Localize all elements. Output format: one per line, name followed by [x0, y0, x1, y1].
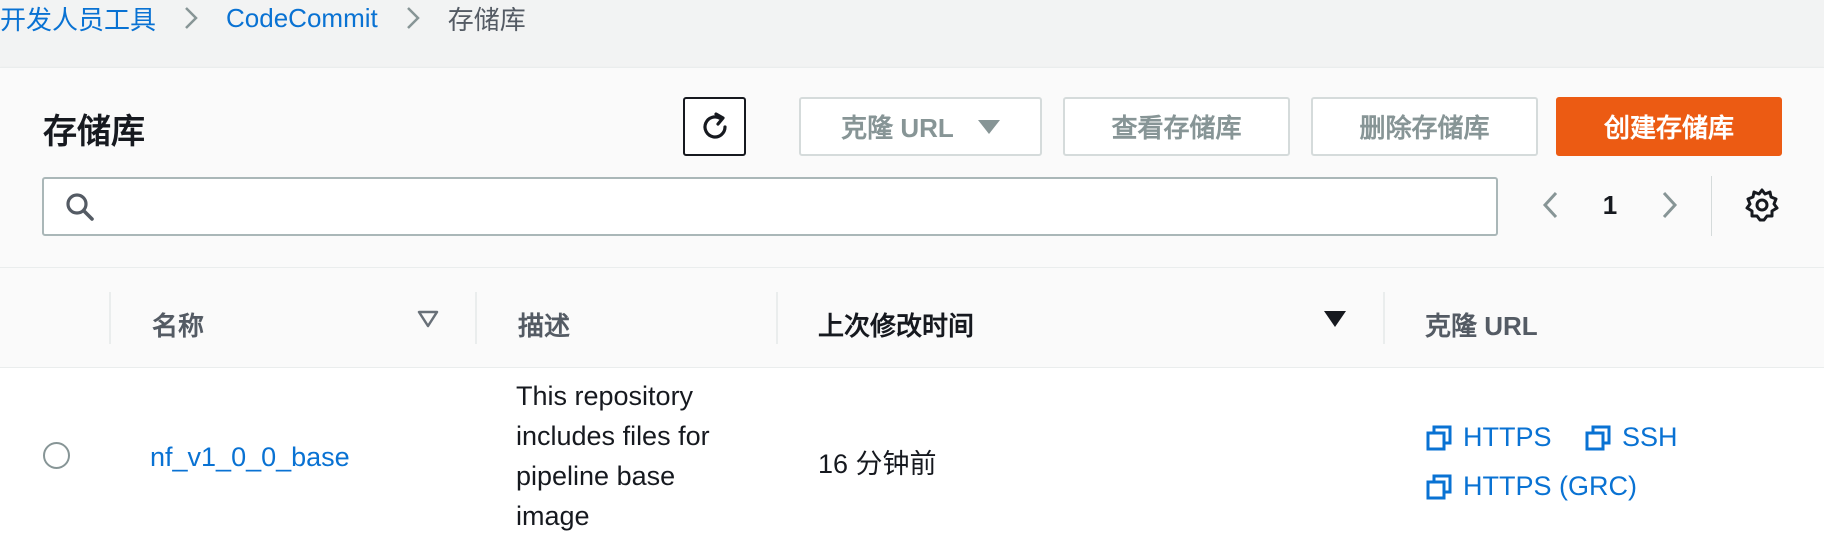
sort-outline-icon[interactable] [417, 310, 439, 333]
refresh-button[interactable] [683, 97, 746, 156]
create-repository-button[interactable]: 创建存储库 [1556, 97, 1782, 156]
repository-name-link[interactable]: nf_v1_0_0_base [150, 442, 350, 473]
column-divider [109, 292, 111, 344]
clone-url-label: 克隆 URL [841, 113, 954, 143]
delete-repository-button[interactable]: 删除存储库 [1311, 97, 1538, 156]
panel-header: 存储库 克隆 URL 查看存储库 删除存储库 创建存储库 1 [0, 68, 1824, 268]
breadcrumb: 开发人员工具 CodeCommit 存储库 [0, 0, 526, 36]
row-select-radio[interactable] [43, 442, 70, 469]
copy-https-label: HTTPS [1463, 422, 1552, 452]
view-repository-button[interactable]: 查看存储库 [1063, 97, 1290, 156]
chevron-left-icon [1542, 191, 1558, 219]
breadcrumb-codecommit[interactable]: CodeCommit [226, 3, 378, 34]
copy-ssh-label: SSH [1622, 422, 1678, 452]
copy-icon [1426, 474, 1452, 499]
column-header-last-modified[interactable]: 上次修改时间 [818, 306, 974, 343]
previous-page-button[interactable] [1538, 186, 1564, 229]
column-divider [1383, 292, 1385, 344]
repositories-panel: 存储库 克隆 URL 查看存储库 删除存储库 创建存储库 1 名称 描述 上次修… [0, 67, 1824, 534]
clone-url-dropdown[interactable]: 克隆 URL [799, 97, 1042, 156]
page-title: 存储库 [43, 113, 145, 151]
copy-https-grc-url-link[interactable]: HTTPS (GRC) [1425, 471, 1637, 502]
current-page-number[interactable]: 1 [1602, 186, 1618, 224]
copy-icon [1585, 425, 1611, 450]
chevron-right-icon [406, 6, 420, 30]
chevron-right-icon [1662, 191, 1678, 219]
column-header-description[interactable]: 描述 [518, 306, 570, 343]
column-divider [776, 292, 778, 344]
repository-last-modified: 16 分钟前 [818, 449, 937, 479]
search-input[interactable] [42, 177, 1498, 236]
chevron-right-icon [184, 6, 198, 30]
search-icon [64, 191, 96, 228]
table-header: 名称 描述 上次修改时间 克隆 URL [0, 268, 1824, 368]
copy-https-url-link[interactable]: HTTPS [1425, 422, 1552, 453]
settings-gear-icon[interactable] [1744, 187, 1780, 228]
column-header-clone-url[interactable]: 克隆 URL [1425, 306, 1538, 343]
breadcrumb-current: 存储库 [447, 4, 526, 35]
repository-description: This repository includes files for pipel… [516, 381, 710, 531]
table-row: nf_v1_0_0_base This repository includes … [0, 368, 1824, 534]
copy-https-grc-label: HTTPS (GRC) [1463, 471, 1637, 501]
refresh-icon [702, 111, 727, 139]
copy-ssh-url-link[interactable]: SSH [1584, 422, 1678, 453]
breadcrumb-developer-tools[interactable]: 开发人员工具 [0, 0, 156, 37]
next-page-button[interactable] [1656, 186, 1682, 229]
column-divider [475, 292, 477, 344]
caret-down-icon [977, 119, 1000, 134]
pager-divider [1711, 176, 1712, 236]
column-header-name[interactable]: 名称 [152, 306, 204, 343]
sort-descending-icon[interactable] [1323, 310, 1347, 333]
copy-icon [1426, 425, 1452, 450]
